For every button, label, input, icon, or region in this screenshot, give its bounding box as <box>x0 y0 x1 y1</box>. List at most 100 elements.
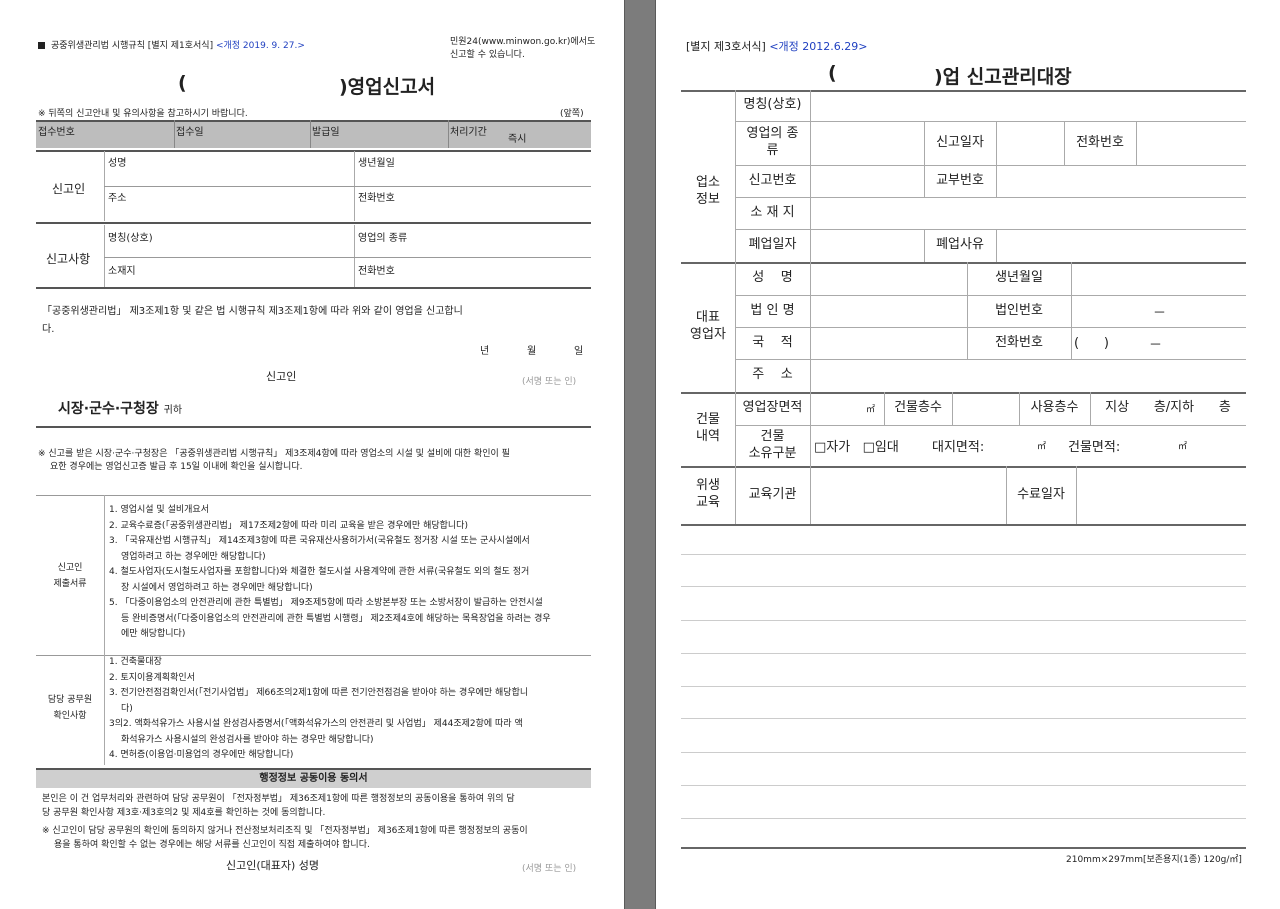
declaration-line1: 「공중위생관리법」 제3조제1항 및 같은 법 시행규칙 제3조제1항에 따라 … <box>42 306 463 317</box>
submit-docs-list: 1. 영업시설 및 설비개요서 2. 교육수료증(「공중위생관리법」 제17조제2… <box>109 503 591 643</box>
report-biz-type: 영업의 종류 <box>358 233 408 244</box>
label-corp-no: 법인번호 <box>995 302 1043 318</box>
official-check-list: 1. 건축물대장 2. 토지이용계획확인서 3. 전기안전점검확인서(「전기사업법」… <box>109 655 591 764</box>
submit-doc-item: 2. 교육수료증(「공중위생관리법」 제17조제2항에 따라 미리 교육을 받은… <box>109 520 468 531</box>
section-business: 업소 정보 <box>696 174 720 207</box>
section-building: 건물 내역 <box>696 412 720 444</box>
label-nationality: 국 적 <box>752 334 793 350</box>
submit-doc-item: 등 완비증명서(「다중이용업소의 안전관리에 관한 특별법 시행령」 제2조제4… <box>121 613 551 624</box>
official-check-item: 다) <box>121 703 133 714</box>
submit-doc-item: 에만 해당합니다) <box>121 629 186 639</box>
final-sign-note: (서명 또는 인) <box>522 864 577 874</box>
label-phone: 전화번호 <box>1076 134 1124 150</box>
submit-doc-item: 1. 영업시설 및 설비개요서 <box>109 505 209 515</box>
date-year: 년 <box>480 346 490 357</box>
head-receipt-date: 접수일 <box>176 127 204 138</box>
form2-header: [별지 제3호서식] <개정 2012.6.29> <box>686 38 867 54</box>
label-use-floor: 사용층수 <box>1030 400 1079 416</box>
ownership-options[interactable]: □자가 □임대 <box>814 425 899 466</box>
official-label-2: 확인사항 <box>53 711 87 721</box>
submit-doc-item: 5. 「다중이용업소의 안전관리에 관한 특별법」 제9조제5항에 따라 소방본… <box>109 598 543 608</box>
form2-revision: <개정 2012.6.29> <box>769 40 868 53</box>
report-location: 소재지 <box>108 266 136 277</box>
submit-doc-item: 장 시설에서 영업하려고 하는 경우에만 해당합니다) <box>121 582 313 593</box>
official-check-item: 1. 건축물대장 <box>109 657 162 667</box>
minwon-line1: 민원24(www.minwon.go.kr)에서도 <box>450 37 596 47</box>
applicant-label: 신고인 <box>52 182 86 196</box>
label-bldg-area: 건물면적: <box>1068 440 1121 455</box>
label-biz-type: 영업의 종 류 <box>746 126 799 158</box>
official-label-1: 담당 공무원 <box>47 695 93 705</box>
form2-page: [별지 제3호서식] <개정 2012.6.29> ( )업 신고관리대장 업소… <box>656 0 1280 909</box>
consent-note: ※ 신고인이 담당 공무원의 확인에 동의하지 않거나 전산정보처리조직 및 「… <box>42 824 528 852</box>
final-signer: 신고인(대표자) 성명 <box>226 859 320 872</box>
form1-page: 공중위생관리법 시행규칙 [별지 제1호서식] <개정 2019. 9. 27.… <box>0 0 624 909</box>
label-area: 영업장면적 <box>742 400 803 416</box>
label-issue-no: 교부번호 <box>936 172 984 188</box>
form2-title: )업 신고관리대장 <box>934 66 1072 88</box>
form2-form-no: [별지 제3호서식] <box>686 40 766 53</box>
applicant-address: 주소 <box>108 193 127 204</box>
minwon-line2: 신고할 수 있습니다. <box>450 50 525 60</box>
form1-revision: <개정 2019. 9. 27.> <box>215 41 305 51</box>
form1-regulation: 공중위생관리법 시행규칙 [별지 제1호서식] <box>51 41 214 51</box>
consent-note1: ※ 신고인이 담당 공무원의 확인에 동의하지 않거나 전산정보처리조직 및 「… <box>42 826 528 836</box>
label-edu-date: 수료일자 <box>1017 486 1065 502</box>
land-unit: ㎡ <box>1037 442 1047 452</box>
declaration-line2: 다. <box>42 324 55 335</box>
head-issue-date: 발급일 <box>312 127 340 138</box>
official-check-item: 화석유가스 사용시설의 완성검사를 받아야 하는 경우만 해당합니다) <box>121 734 374 745</box>
submit-label-1: 신고인 <box>57 563 83 573</box>
processing-period: 즉시 <box>508 134 527 145</box>
report-label: 신고사항 <box>46 252 91 266</box>
form1-header-line: 공중위생관리법 시행규칙 [별지 제1호서식] <개정 2019. 9. 27.… <box>38 38 305 51</box>
head-receipt-no: 접수번호 <box>38 127 75 138</box>
addressee-name: 시장·군수·구청장 <box>58 401 159 417</box>
front-mark: (앞쪽) <box>560 109 584 119</box>
consent-line2: 당 공무원 확인사항 제3호·제3호의2 및 제4호를 확인하는 것에 동의합니… <box>42 807 326 818</box>
signer-label: 신고인 <box>266 370 297 383</box>
label-report-no: 신고번호 <box>748 172 797 188</box>
bldg-unit: ㎡ <box>1178 442 1188 452</box>
phone-paren: ( ) <box>1074 335 1109 351</box>
floor-text: 지상 층/지하 층 <box>1105 400 1231 416</box>
sign-note: (서명 또는 인) <box>522 377 577 387</box>
form1-title-open: ( <box>178 72 187 94</box>
submit-label: 신고인 제출서류 <box>36 560 104 592</box>
label-closure-reason: 폐업사유 <box>936 237 984 253</box>
paper-spec: 210mm×297mm[보존용지(1종) 120g/㎡] <box>1066 855 1242 865</box>
inspection-line2: 요한 경우에는 영업신고증 발급 후 15일 이내에 확인을 실시합니다. <box>50 462 303 472</box>
label-birth: 생년월일 <box>995 270 1043 286</box>
corp-no-dash: － <box>1153 305 1167 321</box>
submit-doc-item: 3. 「국유재산법 시행규칙」 제14조제3항에 따른 국유재산사용허가서(국유… <box>109 536 530 546</box>
label-edu-org: 교육기관 <box>748 486 797 502</box>
label-address: 주 소 <box>752 367 793 383</box>
label-floors: 건물층수 <box>894 400 942 416</box>
inspection-note: ※ 신고를 받은 시장·군수·구청장은 「공중위생관리법 시행규칙」 제3조제4… <box>38 448 510 474</box>
label-rep-name: 성 명 <box>752 270 793 286</box>
consent-title: 행정정보 공동이용 동의서 <box>36 768 591 788</box>
form1-minwon-note: 민원24(www.minwon.go.kr)에서도 신고할 수 있습니다. <box>450 36 595 62</box>
submit-doc-item: 4. 철도사업자(도시철도사업자를 포함합니다)와 체결한 철도시설 사용계약에… <box>109 567 530 577</box>
consent-body: 본인은 이 건 업무처리와 관련하여 담당 공무원이 「전자정부법」 제36조제… <box>42 793 515 820</box>
form1-notice: ※ 뒤쪽의 신고안내 및 유의사항을 참고하시기 바랍니다. <box>38 109 248 119</box>
submit-label-2: 제출서류 <box>53 579 87 589</box>
label-land-area: 대지면적: <box>932 440 985 455</box>
label-corp-name: 법 인 명 <box>750 302 795 318</box>
square-bullet-icon <box>38 42 45 49</box>
inspection-line1: ※ 신고를 받은 시장·군수·구청장은 「공중위생관리법 시행규칙」 제3조제4… <box>38 449 510 459</box>
consent-line1: 본인은 이 건 업무처리와 관련하여 담당 공무원이 「전자정부법」 제36조제… <box>42 794 515 804</box>
label-ownership: 건물 소유구분 <box>748 428 797 461</box>
addressee-suffix: 귀하 <box>163 405 183 416</box>
official-check-item: 3의2. 액화석유가스 사용시설 완성검사증명서(「액화석유가스의 안전관리 및… <box>109 719 523 729</box>
applicant-phone: 전화번호 <box>358 193 395 204</box>
section-representative: 대표 영업자 <box>690 310 726 342</box>
label-report-date: 신고일자 <box>936 134 984 150</box>
form1-title: )영업신고서 <box>339 76 436 98</box>
phone-dash: － <box>1149 337 1163 353</box>
applicant-name: 성명 <box>108 158 127 169</box>
date-day: 일 <box>574 346 584 357</box>
label-biz-name: 명칭(상호) <box>743 97 802 113</box>
submit-doc-item: 영업하려고 하는 경우에만 해당합니다) <box>121 551 266 562</box>
applicant-birth: 생년월일 <box>358 158 395 169</box>
